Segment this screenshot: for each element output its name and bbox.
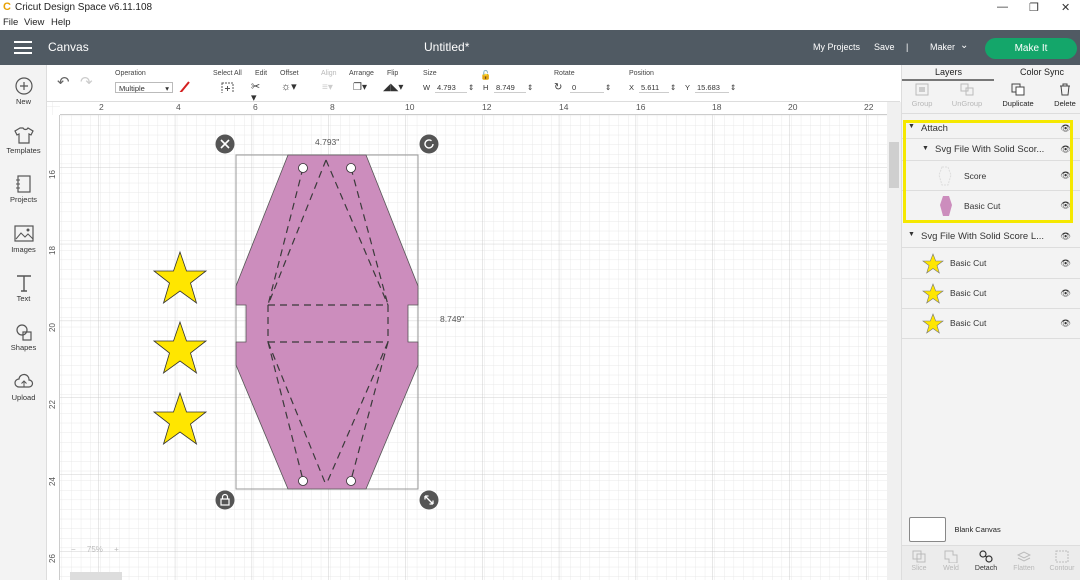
tool-label: Flatten: [1013, 565, 1035, 572]
hole-circle: [346, 163, 356, 173]
hole-circle: [298, 163, 308, 173]
minimize-icon[interactable]: —: [997, 1, 1008, 13]
layer-tools: Group UnGroup Duplicate Delete: [902, 81, 1080, 114]
tool-label: Group: [911, 99, 933, 108]
collapse-arrow-icon[interactable]: ▼: [908, 231, 915, 238]
star-thumbnail-icon: [922, 253, 944, 274]
tool-label: Duplicate: [1002, 99, 1034, 108]
eye-icon[interactable]: 👁: [1060, 231, 1071, 242]
make-it-button[interactable]: Make It: [985, 38, 1077, 59]
eye-icon[interactable]: 👁: [1060, 288, 1071, 299]
group-button[interactable]: Group: [902, 83, 942, 108]
layer-star-cut[interactable]: Basic Cut 👁: [902, 309, 1080, 339]
layer-actions-bar: Slice Weld Detach Flatten Contour: [902, 545, 1080, 580]
flatten-button[interactable]: Flatten: [1007, 550, 1041, 572]
layer-name: Basic Cut: [950, 288, 987, 298]
contour-icon: [1055, 550, 1069, 563]
blank-canvas-label: Blank Canvas: [954, 525, 1001, 534]
tool-label: Contour: [1049, 565, 1075, 572]
panel-tabs: Layers Color Sync: [902, 65, 1080, 81]
group-icon: [915, 83, 929, 96]
detach-icon: [979, 550, 993, 563]
blank-canvas-row[interactable]: Blank Canvas: [909, 517, 1001, 542]
chevron-down-icon[interactable]: ⌄: [960, 40, 968, 51]
star-thumbnail-icon: [922, 313, 944, 334]
layer-star-cut[interactable]: Basic Cut 👁: [902, 279, 1080, 309]
zoom-in-button[interactable]: +: [114, 545, 119, 554]
maximize-icon[interactable]: ❐: [1029, 1, 1039, 14]
close-window-icon[interactable]: ✕: [1061, 1, 1070, 14]
detach-button[interactable]: Detach: [969, 550, 1003, 572]
horizontal-scrollbar[interactable]: [70, 572, 122, 580]
layer-svg-group-2[interactable]: ▼ Svg File With Solid Score L... 👁: [902, 227, 1080, 248]
tab-layers[interactable]: Layers: [935, 67, 962, 77]
eye-icon[interactable]: 👁: [1060, 258, 1071, 269]
rotate-handle[interactable]: [419, 134, 439, 154]
design-objects-layer: 4.793" 8.749": [152, 134, 464, 510]
hole-circle: [298, 476, 308, 486]
zoom-out-button[interactable]: −: [71, 545, 76, 554]
tool-label: UnGroup: [951, 99, 983, 108]
flatten-icon: [1017, 551, 1031, 562]
ungroup-button[interactable]: UnGroup: [947, 83, 987, 108]
star-thumbnail-icon: [922, 283, 944, 304]
weld-button[interactable]: Weld: [934, 550, 968, 572]
layer-name: Basic Cut: [950, 258, 987, 268]
lock-handle[interactable]: [215, 490, 235, 510]
layer-name: Basic Cut: [950, 318, 987, 328]
eye-icon[interactable]: 👁: [1060, 318, 1071, 329]
scroll-thumb[interactable]: [889, 142, 899, 188]
slice-button[interactable]: Slice: [902, 550, 936, 572]
machine-select[interactable]: Maker: [930, 42, 955, 52]
canvas-color-swatch[interactable]: [909, 517, 946, 542]
star-shape[interactable]: [152, 250, 208, 305]
width-dimension-label: 4.793": [315, 137, 339, 147]
weld-icon: [944, 550, 958, 563]
delete-handle[interactable]: [215, 134, 235, 154]
star-shape[interactable]: [152, 391, 208, 446]
star-shape[interactable]: [152, 320, 208, 375]
tool-label: Detach: [974, 565, 998, 572]
tool-label: Weld: [943, 565, 959, 572]
hole-circle: [346, 476, 356, 486]
duplicate-icon: [1011, 83, 1025, 96]
tab-color-sync[interactable]: Color Sync: [1020, 67, 1064, 77]
resize-handle[interactable]: [419, 490, 439, 510]
tool-label: Delete: [1054, 99, 1076, 108]
header-separator: |: [906, 42, 909, 52]
ungroup-icon: [960, 83, 974, 96]
box-template-shape[interactable]: [235, 154, 419, 490]
contour-button[interactable]: Contour: [1045, 550, 1079, 572]
layer-name: Svg File With Solid Score L...: [921, 231, 1045, 242]
delete-button[interactable]: Delete: [1045, 83, 1080, 108]
zoom-control: − 75% +: [71, 545, 119, 554]
highlight-box: [903, 120, 1073, 223]
trash-icon: [1060, 83, 1070, 96]
zoom-value: 75%: [86, 545, 103, 554]
layer-star-cut[interactable]: Basic Cut 👁: [902, 249, 1080, 279]
duplicate-button[interactable]: Duplicate: [998, 83, 1038, 108]
slice-icon: [912, 550, 926, 563]
height-dimension-label: 8.749": [440, 314, 464, 324]
vertical-scrollbar[interactable]: [887, 102, 901, 580]
tool-label: Slice: [911, 565, 927, 572]
